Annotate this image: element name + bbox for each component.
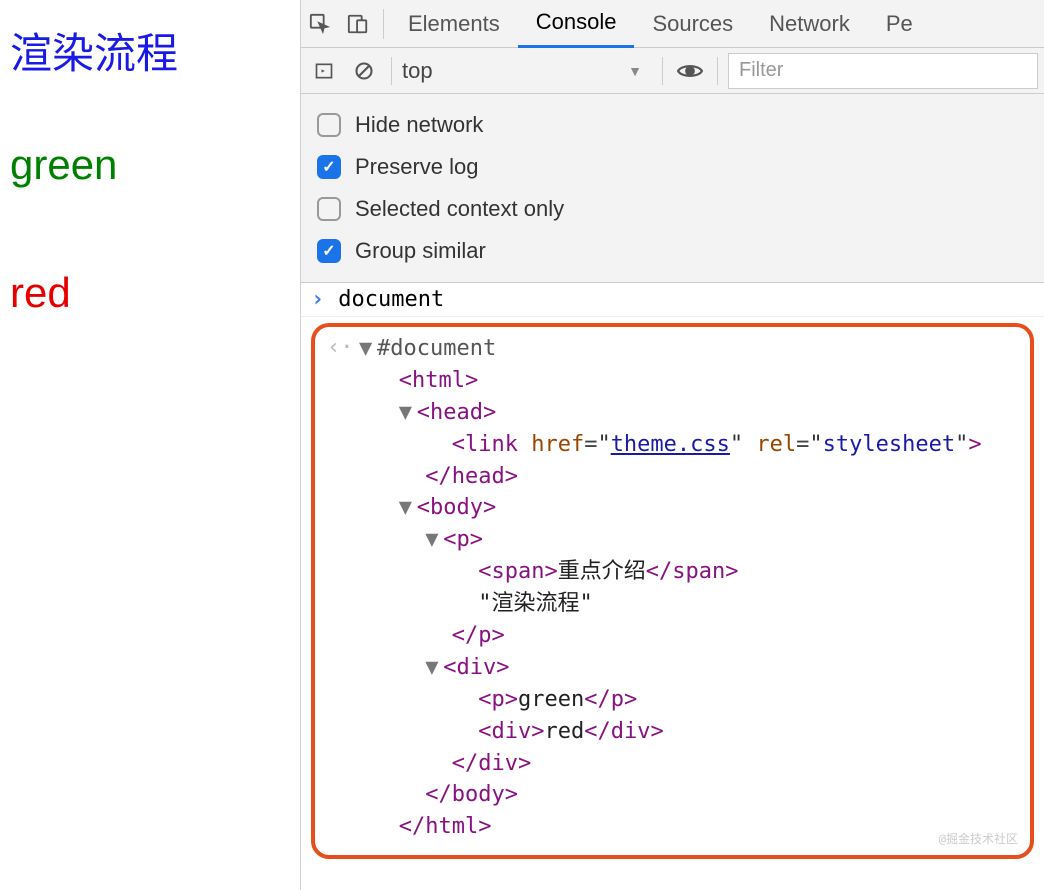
input-chevron-icon: ›	[311, 287, 324, 312]
tab-elements[interactable]: Elements	[390, 0, 518, 48]
setting-group-similar[interactable]: ✓ Group similar	[317, 230, 1028, 272]
inner-div-text[interactable]: red	[544, 719, 584, 744]
checkbox-checked-icon[interactable]: ✓	[317, 239, 341, 263]
span-text[interactable]: 重点介绍	[558, 559, 646, 584]
page-red-text: red	[10, 269, 290, 317]
live-expression-icon[interactable]	[673, 54, 707, 88]
checkbox-icon[interactable]	[317, 113, 341, 137]
devtools-tabbar: Elements Console Sources Network Pe	[301, 0, 1044, 48]
checkbox-checked-icon[interactable]: ✓	[317, 155, 341, 179]
inner-p-text[interactable]: green	[518, 687, 584, 712]
page-content: 渲染流程 green red	[0, 0, 300, 890]
console-toolbar: top ▼ Filter	[301, 48, 1044, 94]
console-input-row[interactable]: › document	[301, 283, 1044, 317]
clear-console-icon[interactable]	[347, 54, 381, 88]
setting-selected-context[interactable]: Selected context only	[317, 188, 1028, 230]
device-toolbar-icon[interactable]	[339, 0, 377, 48]
tab-sources[interactable]: Sources	[634, 0, 751, 48]
setting-label: Hide network	[355, 112, 483, 138]
toggle-sidebar-icon[interactable]	[307, 54, 341, 88]
tab-console[interactable]: Console	[518, 0, 635, 48]
filter-placeholder: Filter	[739, 59, 783, 82]
setting-preserve-log[interactable]: ✓ Preserve log	[317, 146, 1028, 188]
inspect-element-icon[interactable]	[301, 0, 339, 48]
filter-input[interactable]: Filter	[728, 53, 1038, 89]
separator	[717, 57, 718, 85]
checkbox-icon[interactable]	[317, 197, 341, 221]
console-settings: Hide network ✓ Preserve log Selected con…	[301, 94, 1044, 283]
page-title: 渲染流程	[10, 20, 290, 81]
setting-label: Preserve log	[355, 154, 479, 180]
document-node[interactable]: #document	[377, 336, 496, 361]
output-chevron-icon: ‹·	[327, 335, 354, 360]
console-output-highlighted: ‹· ▼#document <html> ▼<head> <link href=…	[311, 323, 1034, 859]
chevron-down-icon: ▼	[628, 63, 642, 79]
tab-network[interactable]: Network	[751, 0, 868, 48]
context-label: top	[402, 58, 433, 84]
setting-label: Selected context only	[355, 196, 564, 222]
link-href-value[interactable]: theme.css	[611, 432, 730, 457]
dom-tree[interactable]: ▼#document <html> ▼<head> <link href="th…	[359, 333, 1020, 843]
tab-performance[interactable]: Pe	[868, 0, 931, 48]
separator	[662, 57, 663, 85]
separator	[391, 57, 392, 85]
devtools-panel: Elements Console Sources Network Pe top …	[300, 0, 1044, 890]
setting-label: Group similar	[355, 238, 486, 264]
console-output: › document ‹· ▼#document <html> ▼<head> …	[301, 283, 1044, 890]
page-green-text: green	[10, 141, 290, 189]
setting-hide-network[interactable]: Hide network	[317, 104, 1028, 146]
watermark: @掘金技术社区	[939, 830, 1018, 847]
execution-context-select[interactable]: top ▼	[402, 58, 652, 84]
console-command: document	[338, 287, 444, 312]
p-text-node[interactable]: "渲染流程"	[478, 591, 593, 616]
separator	[383, 9, 384, 39]
